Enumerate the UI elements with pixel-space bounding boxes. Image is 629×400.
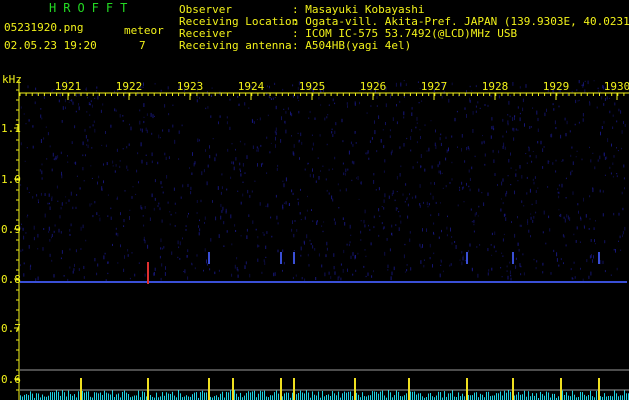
meteor-echo (512, 252, 514, 264)
noise-layer (20, 80, 626, 283)
meteor-spike (512, 378, 514, 400)
time-tick-label: 1924 (238, 80, 265, 93)
meteor-spike (293, 378, 295, 400)
time-tick-label: 1922 (116, 80, 143, 93)
time-tick-label: 1929 (543, 80, 570, 93)
meteor-echo (147, 262, 149, 284)
carrier-line-segment (20, 281, 627, 283)
meteor-spike (354, 378, 356, 400)
meteor-echo (293, 252, 295, 264)
meteor-spike (280, 378, 282, 400)
freq-unit-label: kHz (2, 73, 22, 86)
time-tick-label: 1927 (421, 80, 448, 93)
freq-tick-label: 0.7 (1, 322, 21, 335)
meteor-echo (208, 252, 210, 264)
meteor-spike (208, 378, 210, 400)
meteor-spike (598, 378, 600, 400)
meteor-spike (232, 378, 234, 400)
time-tick-label: 1928 (482, 80, 509, 93)
time-tick-label: 1923 (177, 80, 204, 93)
activity-trace (20, 369, 629, 400)
time-tick-label: 1930 (604, 80, 629, 93)
time-tick-label: 1925 (299, 80, 326, 93)
meteor-echo (466, 252, 468, 264)
meteor-spike (80, 378, 82, 400)
time-tick-label: 1921 (55, 80, 82, 93)
freq-tick-label: 1.1 (1, 122, 21, 135)
meteor-spike (466, 378, 468, 400)
time-tick-label: 1926 (360, 80, 387, 93)
meteor-spike (408, 378, 410, 400)
meteor-echo (280, 252, 282, 264)
meteor-spike (560, 378, 562, 400)
meteor-spike (147, 378, 149, 400)
meteor-echo (598, 252, 600, 264)
axis: 1.11.00.90.80.70.61921 1922 1923 1924 1925 19… (1, 80, 629, 400)
spectrogram: 1.11.00.90.80.70.61921 1922 1923 1924 1925 19… (1, 73, 629, 400)
